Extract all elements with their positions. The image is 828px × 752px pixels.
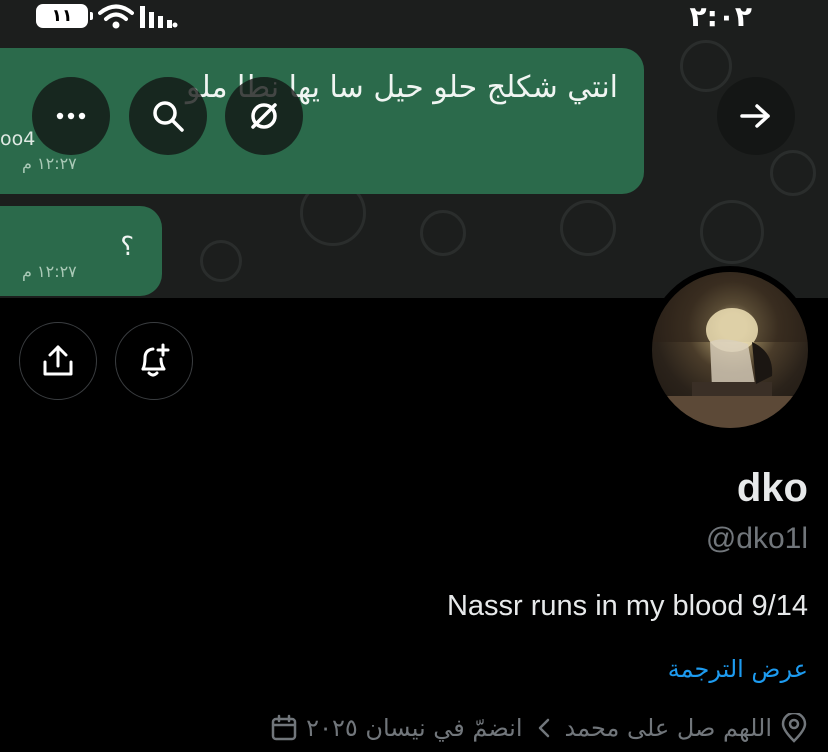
wifi-icon bbox=[98, 4, 134, 29]
signal-icon bbox=[140, 6, 178, 28]
calendar-icon bbox=[270, 714, 298, 742]
forward-button[interactable] bbox=[717, 77, 795, 155]
chat-message-text: ؟ bbox=[120, 232, 134, 262]
location-item bbox=[780, 713, 808, 743]
location-pin-icon bbox=[781, 713, 807, 743]
profile-meta: اللهم صل على محمد انضمّ في نيسان ٢٠٢٥ bbox=[270, 708, 808, 748]
banner-doodle bbox=[200, 240, 242, 282]
chat-bubble: ؟ ١٢:٢٧ م bbox=[0, 206, 162, 296]
avatar[interactable] bbox=[646, 266, 814, 434]
more-button[interactable] bbox=[32, 77, 110, 155]
chat-message-time: ١٢:٢٧ م bbox=[22, 262, 77, 281]
share-button[interactable] bbox=[19, 322, 97, 400]
grok-icon bbox=[251, 103, 277, 129]
banner-doodle bbox=[770, 150, 816, 196]
profile-name: dko bbox=[736, 466, 808, 510]
battery-indicator: ١١ bbox=[36, 4, 93, 28]
chevron-left-icon bbox=[537, 717, 551, 739]
banner-doodle bbox=[680, 40, 732, 92]
forward-arrow-icon bbox=[740, 104, 770, 128]
profile-handle: @dko1l bbox=[705, 522, 808, 555]
profile-banner[interactable]: انتي شكلج حلو حيل سا يها نطا ملو ١٢:٢٧ م… bbox=[0, 0, 828, 298]
status-time: ٢:٠٢ bbox=[689, 0, 752, 33]
search-icon bbox=[153, 101, 184, 132]
translate-bio-link[interactable]: عرض الترجمة bbox=[668, 655, 808, 683]
chat-message-time: ١٢:٢٧ م bbox=[22, 154, 77, 173]
notify-button[interactable] bbox=[115, 322, 193, 400]
banner-doodle bbox=[700, 200, 764, 264]
profile-joined-date: انضمّ في نيسان ٢٠٢٥ bbox=[306, 714, 523, 742]
chat-sender-label: oo4 bbox=[0, 128, 36, 150]
search-button[interactable] bbox=[129, 77, 207, 155]
profile-location: اللهم صل على محمد bbox=[564, 714, 773, 742]
profile-bio: Nassr runs in my blood 9/14 bbox=[446, 590, 808, 622]
more-icon bbox=[56, 112, 86, 120]
banner-doodle bbox=[420, 210, 466, 256]
status-bar: ١١ ٢:٠٢ bbox=[0, 0, 828, 40]
avatar-image bbox=[652, 272, 808, 428]
banner-doodle bbox=[560, 200, 616, 256]
grok-button[interactable] bbox=[225, 77, 303, 155]
share-icon bbox=[43, 345, 73, 376]
notification-add-icon bbox=[141, 343, 170, 377]
